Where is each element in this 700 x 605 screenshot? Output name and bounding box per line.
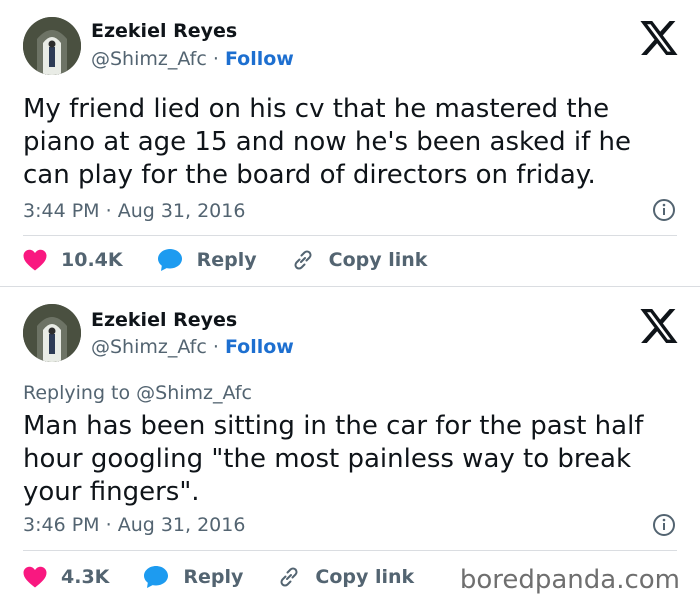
date: Aug 31, 2016 [117,514,246,536]
avatar[interactable] [23,304,81,362]
info-icon[interactable] [652,198,676,222]
reply-bubble-icon [144,566,169,588]
separator: · [105,514,112,536]
follow-button[interactable]: Follow [225,48,294,70]
copy-link-label: Copy link [328,249,428,271]
replying-to[interactable]: Replying to @Shimz_Afc [23,382,252,404]
copy-link-label: Copy link [315,566,415,588]
separator: · [212,48,219,70]
like-count: 4.3K [61,566,110,588]
tweet-card: Ezekiel Reyes @Shimz_Afc · Follow My fri… [0,0,700,287]
handle-row: @Shimz_Afc · Follow [91,336,294,358]
link-icon [294,250,312,270]
copy-link-button[interactable]: Copy link [291,248,428,272]
handle[interactable]: @Shimz_Afc [91,48,207,70]
tweet-card: Ezekiel Reyes @Shimz_Afc · Follow Replyi… [0,287,700,605]
action-bar: 4.3K Reply Copy link [23,562,448,592]
tweet-text: Man has been sitting in the car for the … [23,411,644,507]
info-icon[interactable] [652,513,676,537]
watermark: boredpanda.com [459,565,680,595]
reply-bubble-icon [157,249,182,271]
x-logo-icon[interactable] [640,309,678,343]
like-button[interactable]: 10.4K [23,249,123,271]
timestamp[interactable]: 3:46 PM · Aug 31, 2016 [23,514,245,536]
separator: · [212,336,219,358]
date: Aug 31, 2016 [117,200,246,222]
action-bar: 10.4K Reply Copy link [23,245,461,275]
time: 3:46 PM [23,514,100,536]
avatar[interactable] [23,17,81,75]
heart-icon [23,566,47,588]
follow-button[interactable]: Follow [225,336,294,358]
copy-link-button[interactable]: Copy link [277,565,414,589]
timestamp[interactable]: 3:44 PM · Aug 31, 2016 [23,200,245,222]
like-count: 10.4K [61,249,123,271]
divider [23,550,677,551]
handle-row: @Shimz_Afc · Follow [91,48,294,70]
reply-label: Reply [183,566,244,588]
separator: · [105,200,112,222]
heart-icon [23,249,47,271]
reply-button[interactable]: Reply [157,248,257,272]
reply-label: Reply [196,249,257,271]
display-name[interactable]: Ezekiel Reyes [91,20,237,42]
tweet-text: My friend lied on his cv that he mastere… [23,94,632,190]
link-icon [280,567,298,587]
x-logo-icon[interactable] [640,21,678,55]
reply-button[interactable]: Reply [143,565,243,589]
time: 3:44 PM [23,200,100,222]
handle[interactable]: @Shimz_Afc [91,336,207,358]
display-name[interactable]: Ezekiel Reyes [91,309,237,331]
divider [23,235,677,236]
like-button[interactable]: 4.3K [23,566,109,588]
